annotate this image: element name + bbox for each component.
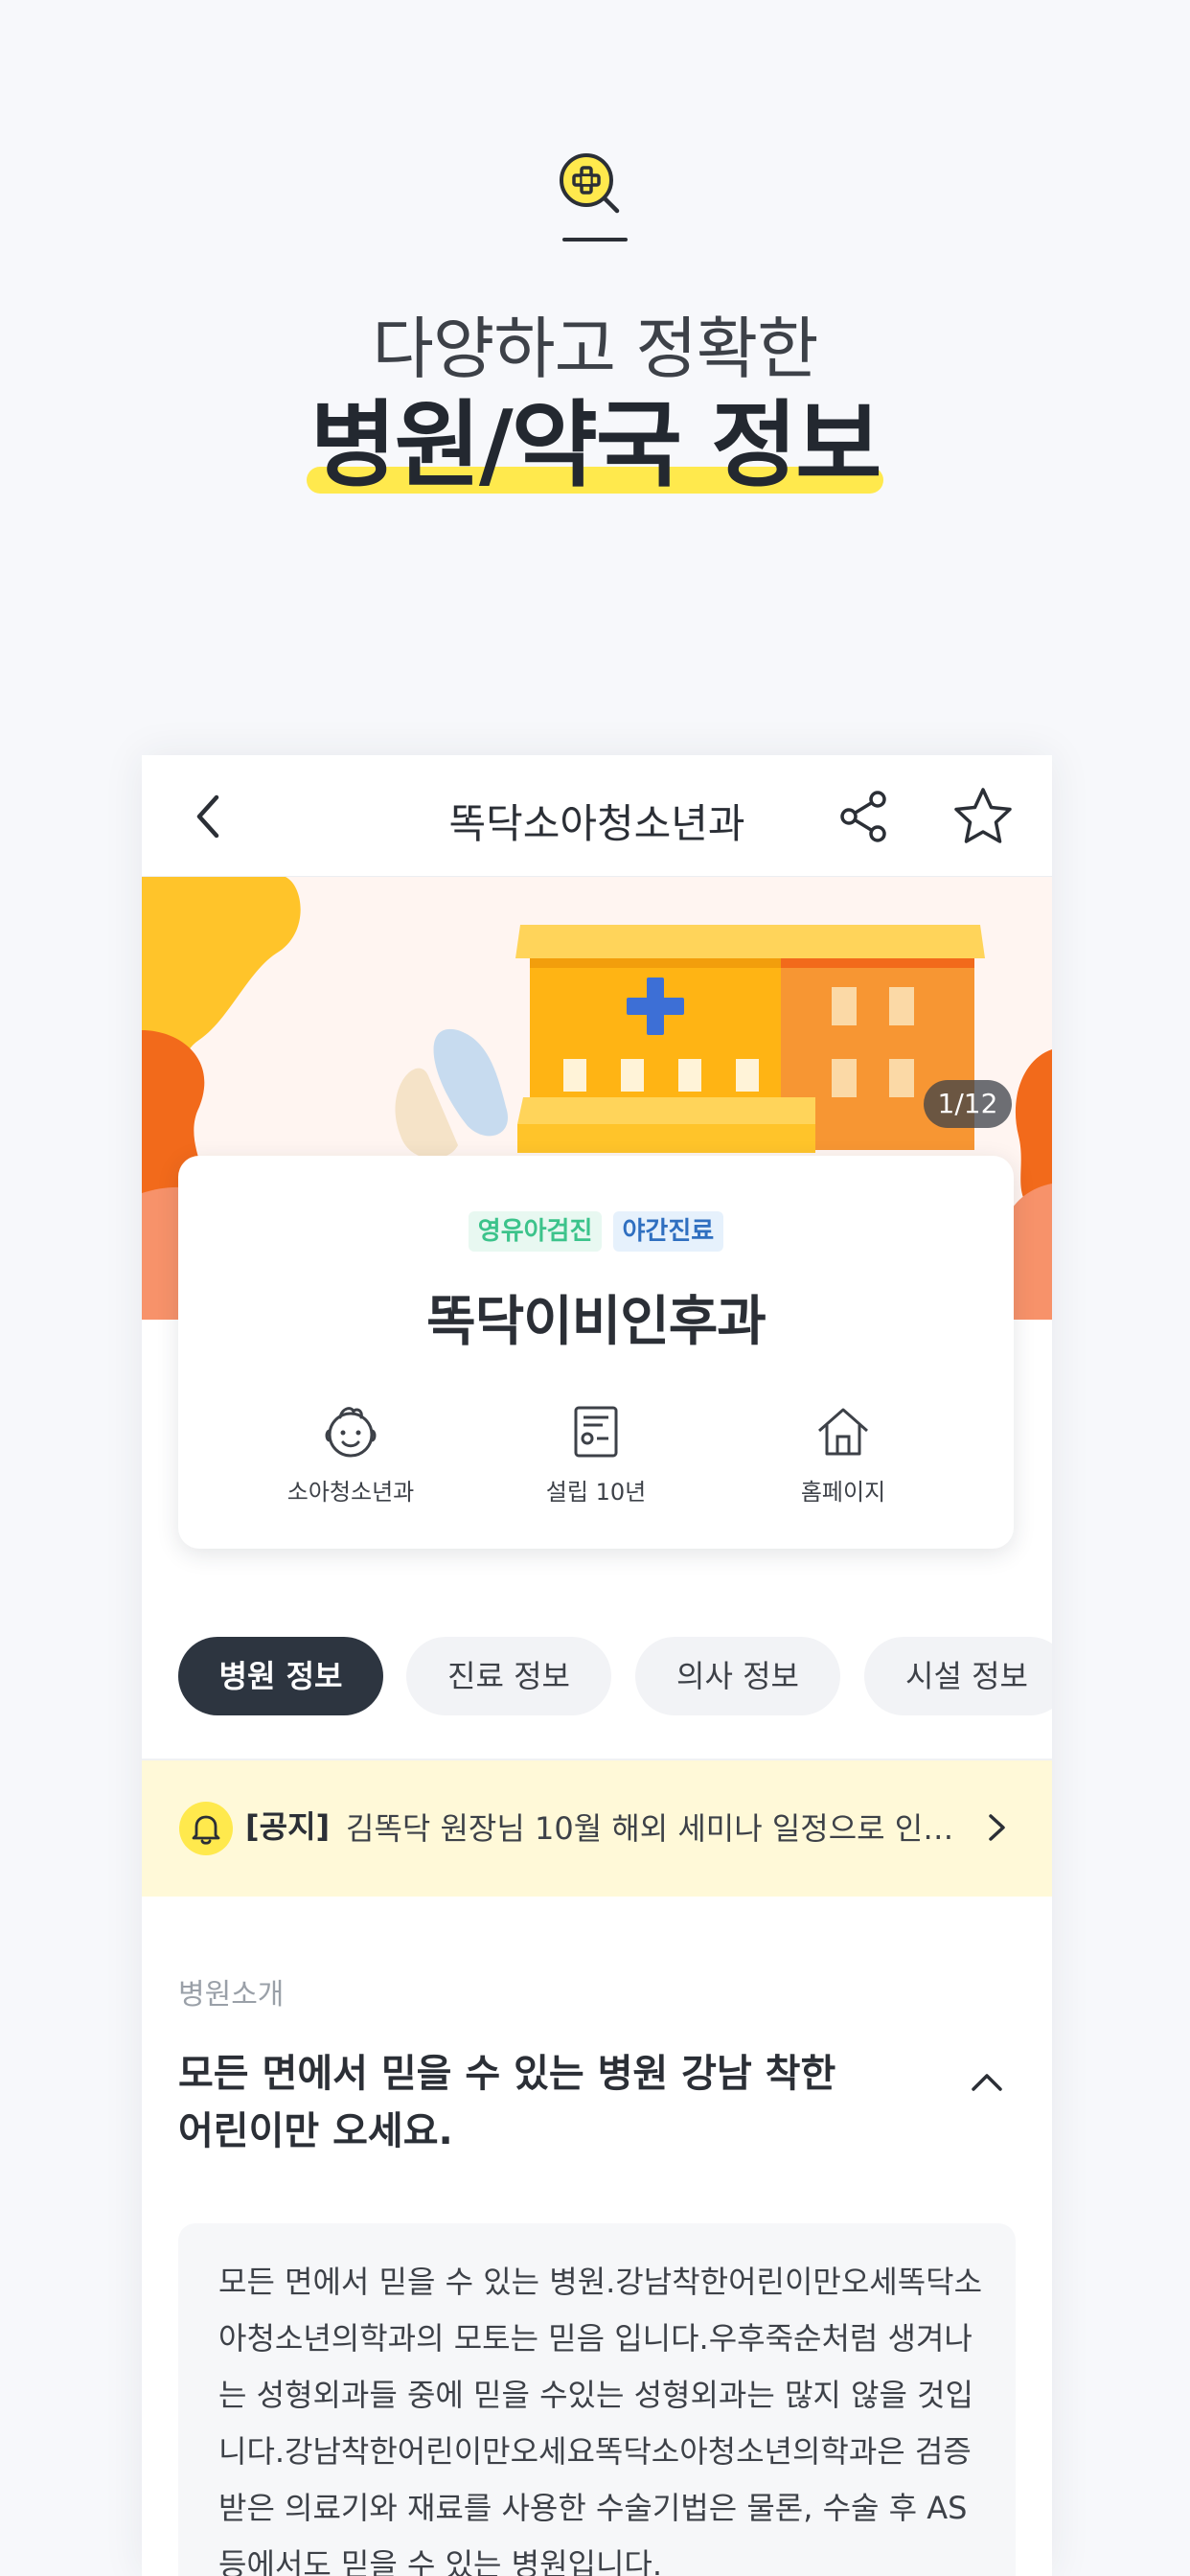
fact-homepage-label: 홈페이지 [800,1479,886,1506]
fact-homepage[interactable]: 홈페이지 [747,1400,939,1506]
star-icon[interactable] [950,784,1016,849]
image-page-indicator: 1/12 [924,1080,1012,1128]
search-plus-icon [560,153,620,214]
chevron-up-icon[interactable] [964,2060,1010,2106]
hero-subtitle: 다양하고 정확한 [372,310,818,388]
bell-icon [179,1802,233,1855]
fact-established-label: 설립 10년 [545,1479,647,1506]
clinic-summary-card: 영유아검진 야간진료 똑닥이비인후과 소아청소년과 설립 10년 홈페이지 [178,1156,1014,1549]
home-icon [818,1408,868,1456]
tab-treatment-info[interactable]: 진료 정보 [406,1637,611,1715]
certificate-icon [574,1406,618,1458]
intro-title: 모든 면에서 믿을 수 있는 병원 강남 착한 어린이만 오세요. [178,2052,836,2153]
intro-section-label: 병원소개 [178,1978,285,2012]
tab-doctor-info[interactable]: 의사 정보 [635,1637,840,1715]
fact-department-label: 소아청소년과 [286,1479,415,1506]
intro-description: 모든 면에서 믿을 수 있는 병원.강남착한어린이만오세똑닥소아청소년의학과의 … [218,2264,983,2576]
tag-list: 영유아검진 야간진료 [178,1211,1014,1252]
notice-tag: [공지] [245,1808,331,1845]
tag-night-care: 야간진료 [612,1211,724,1252]
notice-text: 김똑닥 원장님 10월 해외 세미나 일정으로 인… [346,1810,954,1847]
hero-title: 병원/약국 정보 [306,388,884,503]
baby-face-icon [325,1407,377,1458]
top-nav-bar: 똑닥소아청소년과 [142,755,1052,877]
tag-infant-checkup: 영유아검진 [468,1211,603,1252]
intro-description-box: 모든 면에서 믿을 수 있는 병원.강남착한어린이만오세똑닥소아청소년의학과의 … [178,2223,1016,2576]
fact-department: 소아청소년과 [255,1400,446,1506]
nav-title: 똑닥소아청소년과 [448,800,745,847]
hero-divider [562,238,628,242]
clinic-facts: 소아청소년과 설립 10년 홈페이지 [178,1400,1014,1515]
fact-established: 설립 10년 [500,1400,692,1506]
hospital-detail-screen: 똑닥소아청소년과 1/12 영유아검진 야간진료 똑닥이비인후과 소아청소년과 … [142,755,1052,2576]
hero-section: 다양하고 정확한 병원/약국 정보 [0,0,1190,671]
notice-banner[interactable]: [공지] 김똑닥 원장님 10월 해외 세미나 일정으로 인… [142,1760,1052,1897]
chevron-right-icon [989,1814,1005,1841]
clinic-name: 똑닥이비인후과 [426,1291,767,1353]
share-icon[interactable] [834,786,895,847]
tab-hospital-info[interactable]: 병원 정보 [178,1637,383,1715]
tab-facility-info[interactable]: 시설 정보 [864,1637,1052,1715]
